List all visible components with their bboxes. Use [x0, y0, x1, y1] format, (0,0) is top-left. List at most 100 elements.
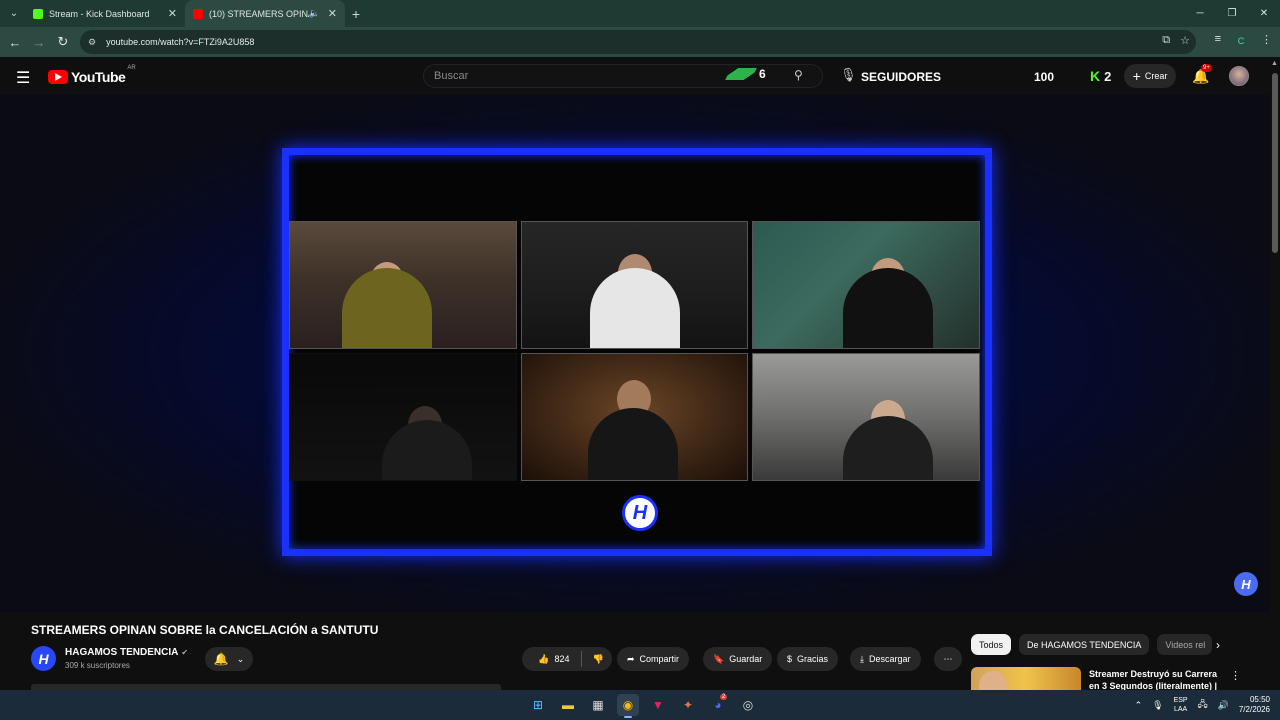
thumbs-down-icon[interactable]: 👎	[593, 654, 604, 665]
kick-counter[interactable]: K 2	[1090, 68, 1111, 84]
clock[interactable]: 05:50 7/2/2026	[1239, 695, 1270, 715]
address-bar-row: ← → ↻ ⚙ youtube.com/watch?v=FTZi9A2U858 …	[0, 27, 1280, 57]
thumbnail-face	[979, 671, 1007, 690]
channel-logo-icon: H	[622, 495, 658, 531]
profile-avatar[interactable]: C	[1233, 33, 1249, 49]
youtube-logo[interactable]: YouTube AR	[48, 65, 136, 85]
editor-app-icon[interactable]: ▼	[647, 694, 669, 716]
chip-related[interactable]: Videos rel	[1157, 634, 1213, 655]
tab-search-icon[interactable]: ⌄	[3, 3, 25, 25]
like-button[interactable]: 👍 824	[530, 654, 569, 665]
chevron-down-icon: ⌄	[236, 653, 245, 664]
channel-name-text: HAGAMOS TENDENCIA	[65, 647, 179, 658]
calendar-app-icon[interactable]: ▦	[587, 694, 609, 716]
chrome-icon[interactable]: ◉	[617, 694, 639, 718]
video-player[interactable]: H H	[0, 95, 1270, 612]
webcam-tile	[752, 221, 980, 349]
obs-icon[interactable]: ◎	[737, 694, 759, 716]
audio-icon[interactable]: 🔈	[309, 8, 320, 19]
more-actions-button[interactable]: ⋯	[934, 647, 962, 671]
close-tab-icon[interactable]: ✕	[168, 7, 177, 20]
extension-counter[interactable]: 6	[725, 67, 766, 81]
create-button[interactable]: + Crear	[1124, 64, 1176, 88]
thanks-button[interactable]: $ Gracias	[777, 647, 839, 671]
tab-title: Stream - Kick Dashboard	[49, 8, 150, 19]
scrollbar-thumb[interactable]	[1272, 73, 1278, 253]
channel-watermark-icon[interactable]: H	[1234, 572, 1258, 596]
plus-icon: +	[1132, 68, 1141, 84]
language-indicator[interactable]: ESP LAA	[1174, 696, 1188, 714]
subscriber-count: 309 k suscriptores	[65, 661, 130, 670]
discord-icon[interactable]: ◕ 2	[707, 694, 729, 716]
lang-top: ESP	[1173, 697, 1188, 704]
webcam-tile	[521, 221, 748, 349]
install-icon[interactable]: ⧉	[1162, 34, 1170, 47]
download-button[interactable]: ⤓ Descargar	[850, 647, 921, 671]
browser-menu-icon[interactable]: ⋮	[1261, 33, 1272, 49]
new-tab-button[interactable]: +	[345, 6, 367, 22]
related-video-title[interactable]: Streamer Destruyó su Carrera en 3 Segund…	[1089, 668, 1219, 690]
forward-icon[interactable]: →	[27, 35, 51, 50]
chip-from-channel[interactable]: De HAGAMOS TENDENCIA	[1019, 634, 1150, 655]
followers-count: 100	[1034, 70, 1055, 84]
scroll-up-icon[interactable]: ▲	[1271, 60, 1278, 67]
page-scrollbar[interactable]: ▲	[1270, 57, 1280, 690]
close-window-icon[interactable]: ✕	[1248, 0, 1280, 27]
media-controls-icon[interactable]: ≡	[1215, 33, 1221, 49]
site-info-icon[interactable]: ⚙	[88, 37, 96, 48]
reload-icon[interactable]: ↻	[51, 34, 75, 50]
volume-icon[interactable]: 🔊	[1218, 700, 1229, 711]
channel-name[interactable]: HAGAMOS TENDENCIA ✔	[65, 647, 188, 658]
webcam-tile	[289, 353, 517, 481]
related-video-thumbnail[interactable]	[971, 667, 1081, 690]
person-body	[590, 268, 680, 348]
save-button[interactable]: 🔖 Guardar	[703, 647, 773, 671]
followers-label: SEGUIDORES	[861, 70, 942, 84]
minimize-icon[interactable]: ─	[1184, 0, 1216, 27]
more-vert-icon[interactable]: ⋮	[1230, 669, 1241, 682]
chip-all[interactable]: Todos	[971, 634, 1012, 655]
subscription-notification-button[interactable]: 🔔 ⌄	[205, 647, 253, 671]
back-icon[interactable]: ←	[3, 35, 27, 50]
time: 05:50	[1249, 695, 1270, 704]
more-icon: ⋯	[943, 653, 953, 664]
network-icon[interactable]: 🖧	[1198, 697, 1208, 713]
bookmark-star-icon[interactable]: ☆	[1180, 34, 1190, 47]
show-hidden-icons-icon[interactable]: ⌃	[1135, 700, 1143, 711]
extension-count: 6	[759, 67, 766, 81]
restore-icon[interactable]: ❐	[1216, 0, 1248, 27]
kick-count: 2	[1104, 68, 1112, 84]
url-field[interactable]: ⚙ youtube.com/watch?v=FTZi9A2U858 ⧉ ☆	[80, 30, 1196, 54]
share-button[interactable]: ➦ Compartir	[617, 647, 690, 671]
windows-start-icon[interactable]: ⊞	[527, 694, 549, 716]
person-body	[588, 408, 678, 480]
download-label: Descargar	[868, 654, 911, 664]
microphone-tray-icon[interactable]: 🎙	[1152, 700, 1163, 711]
youtube-header: ☰ YouTube AR Buscar 6 ⚲ 🎙 SEGUIDORES 100…	[0, 57, 1280, 95]
system-tray: ⌃ 🎙 ESP LAA 🖧 🔊 05:50 7/2/2026	[1135, 695, 1270, 715]
kick-logo-icon: K	[1090, 68, 1101, 84]
windows-taskbar: ⊞ ▬ ▦ ◉ ▼ ✦ ◕ 2 ◎ ⌃ 🎙 ESP LAA 🖧 🔊 05:50 7/2…	[0, 690, 1280, 720]
microphone-icon[interactable]: 🎙	[840, 67, 857, 83]
search-input[interactable]: Buscar 6 ⚲	[423, 64, 823, 88]
game-app-icon[interactable]: ✦	[677, 694, 699, 716]
stripe-logo-icon	[725, 68, 757, 80]
notifications-bell-icon[interactable]: 🔔 9+	[1192, 64, 1212, 85]
channel-avatar[interactable]: H	[31, 646, 56, 671]
webcam-tile	[521, 353, 748, 481]
lang-bottom: LAA	[1173, 706, 1188, 713]
chevron-right-icon[interactable]: ›	[1216, 638, 1220, 652]
video-title: STREAMERS OPINAN SOBRE la CANCELACIÓN a …	[31, 623, 379, 637]
browser-tab-youtube[interactable]: (10) STREAMERS OPINAN S 🔈 ✕	[185, 0, 345, 27]
hamburger-menu-icon[interactable]: ☰	[16, 68, 30, 88]
discord-badge: 2	[720, 694, 728, 700]
browser-tab-kick[interactable]: Stream - Kick Dashboard ✕	[25, 0, 185, 27]
thanks-label: Gracias	[797, 654, 829, 664]
file-explorer-icon[interactable]: ▬	[557, 694, 579, 716]
search-icon[interactable]: ⚲	[794, 68, 803, 82]
verified-icon: ✔	[181, 648, 189, 657]
like-count: 824	[554, 654, 570, 664]
account-avatar[interactable]	[1229, 66, 1249, 86]
close-tab-icon[interactable]: ✕	[328, 7, 337, 20]
url-text: youtube.com/watch?v=FTZi9A2U858	[106, 37, 255, 47]
